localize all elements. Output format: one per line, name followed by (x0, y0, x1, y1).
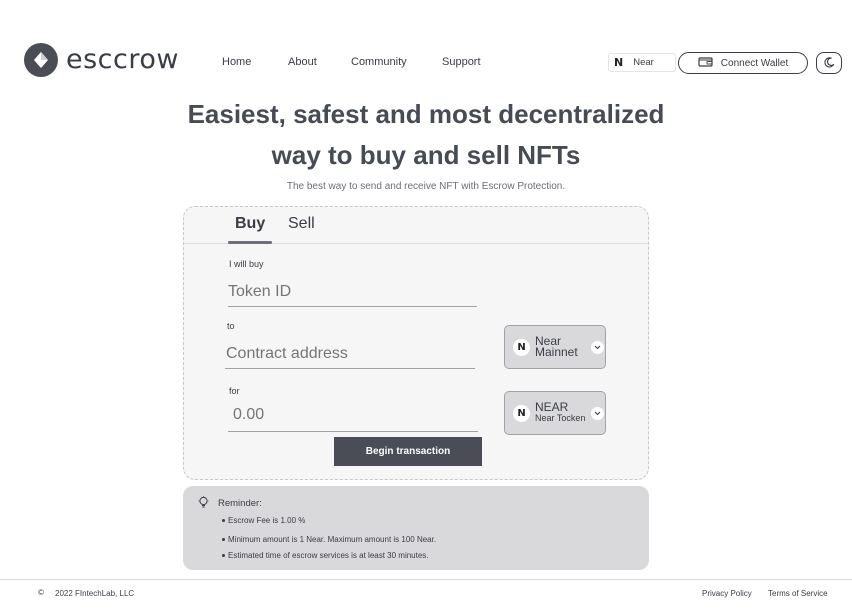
nav-about[interactable]: About (288, 56, 317, 68)
hero-title-line2: way to buy and sell NFTs (271, 140, 581, 170)
theme-toggle-button[interactable] (816, 52, 842, 74)
network-select[interactable]: N Near Mainnet (504, 325, 606, 369)
network-selector[interactable]: N Near (608, 53, 676, 72)
hero-subtitle: The best way to send and receive NFT wit… (286, 181, 566, 192)
chevron-down-icon (591, 340, 604, 354)
near-logo-icon: N (513, 338, 530, 356)
logo-icon[interactable] (24, 43, 58, 77)
terms-of-service-link[interactable]: Terms of Service (768, 589, 828, 598)
reminder-item: Minimum amount is 1 Near. Maximum amount… (221, 535, 437, 544)
chevron-down-icon (591, 406, 604, 420)
wallet-icon (698, 56, 713, 70)
nav-community[interactable]: Community (351, 56, 407, 68)
contract-address-input[interactable] (226, 343, 474, 365)
contract-label: to (227, 321, 235, 331)
tab-active-indicator (228, 241, 272, 244)
contract-underline (225, 368, 475, 369)
nav-support[interactable]: Support (442, 56, 481, 68)
privacy-policy-link[interactable]: Privacy Policy (702, 589, 752, 598)
near-logo-icon: N (513, 404, 530, 422)
begin-transaction-button[interactable]: Begin transaction (334, 437, 482, 466)
footer-divider (0, 579, 852, 580)
token-select[interactable]: N NEAR Near Tocken (504, 391, 606, 435)
tab-buy[interactable]: Buy (235, 215, 265, 233)
reminder-item: Estimated time of escrow services is at … (222, 551, 429, 560)
reminder-item: Escrow Fee is 1.00 % (221, 516, 306, 525)
token-id-label: I will buy (229, 259, 264, 269)
moon-icon (824, 56, 835, 71)
network-select-sub: Mainnet (535, 345, 578, 359)
token-id-underline (228, 306, 477, 307)
footer-copyright: 2022 FIntechLab, LLC (55, 589, 135, 598)
hero-title-line1: Easiest, safest and most decentralized (187, 99, 665, 129)
amount-label: for (229, 386, 240, 396)
amount-input[interactable] (233, 404, 473, 426)
nav-home[interactable]: Home (222, 56, 251, 68)
token-select-sub: Near Tocken (535, 413, 586, 423)
network-label: Near (633, 57, 654, 68)
token-id-input[interactable] (228, 281, 476, 303)
logo-text[interactable]: esccrow (66, 44, 179, 75)
reminder-title: Reminder: (218, 498, 262, 509)
lightbulb-icon (198, 496, 209, 514)
connect-wallet-label: Connect Wallet (720, 57, 789, 69)
connect-wallet-button[interactable]: Connect Wallet (678, 52, 808, 74)
copyright-icon: © (38, 588, 44, 597)
token-select-name: NEAR (535, 400, 569, 414)
near-logo-icon: N (614, 56, 624, 69)
tab-sell[interactable]: Sell (288, 215, 315, 233)
amount-underline (228, 431, 478, 432)
